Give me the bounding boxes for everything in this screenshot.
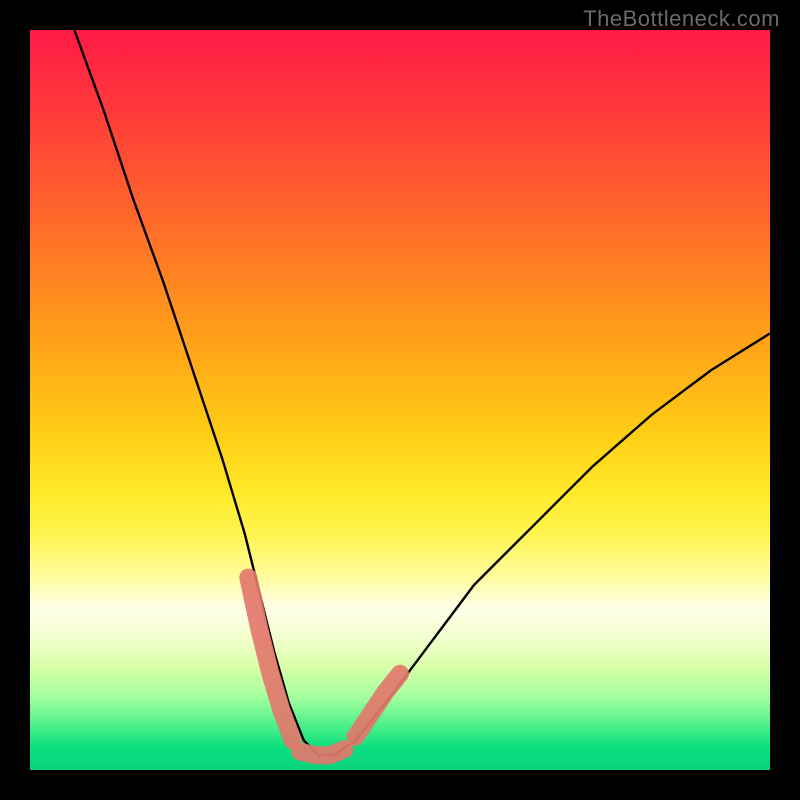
highlight-segment-1 — [300, 749, 344, 755]
watermark-text: TheBottleneck.com — [583, 6, 780, 32]
highlight-segment-2 — [356, 674, 400, 737]
plot-area — [30, 30, 770, 770]
curve-overlay — [30, 30, 770, 770]
chart-frame: TheBottleneck.com — [0, 0, 800, 800]
highlight-segment-0 — [248, 578, 292, 741]
bottleneck-curve — [74, 30, 770, 755]
